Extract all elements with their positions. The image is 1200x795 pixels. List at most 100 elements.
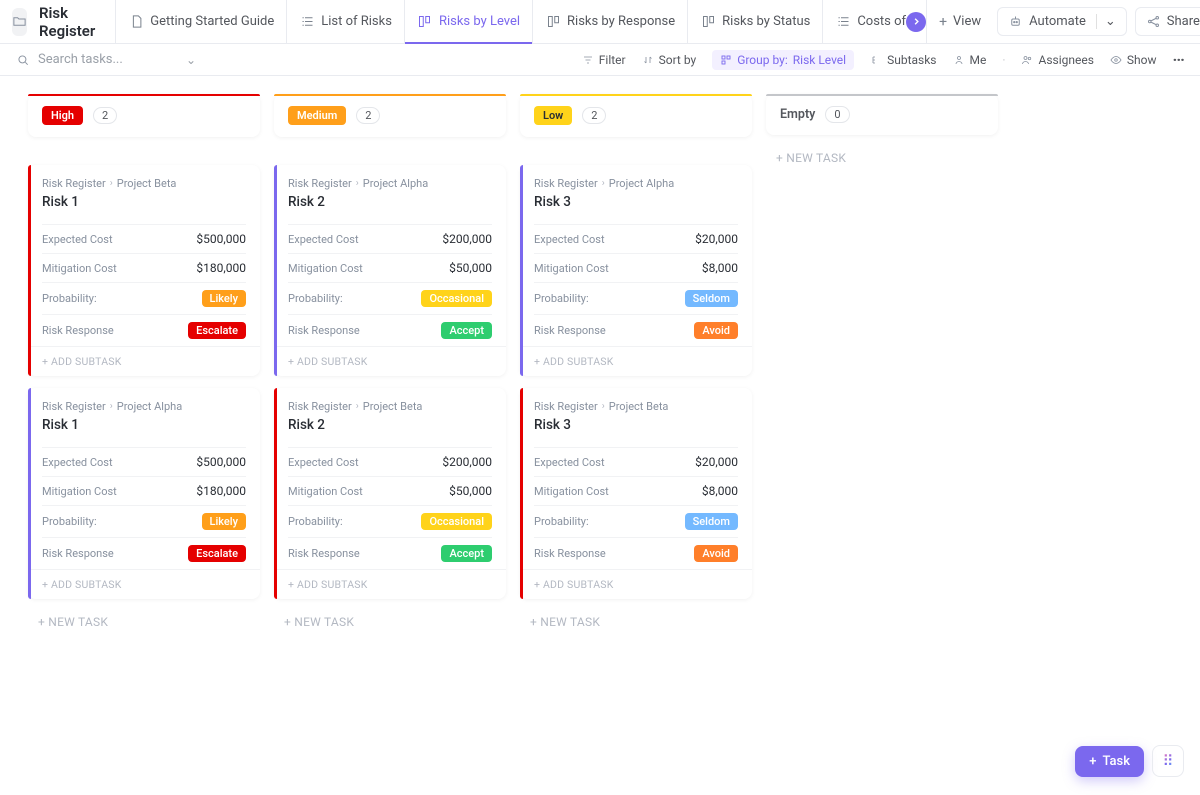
apps-icon: ⠿ (1163, 752, 1174, 770)
filter-button[interactable]: Filter (582, 53, 626, 67)
column-label: Medium (288, 106, 346, 125)
search-input[interactable] (38, 52, 178, 67)
tab-label: Costs of (857, 14, 906, 29)
column-medium: Medium2 Risk Register›Project AlphaRisk 2… (274, 94, 506, 629)
tab-getting-started[interactable]: Getting Started Guide (115, 0, 286, 43)
probability-badge: Likely (202, 290, 246, 307)
breadcrumb[interactable]: Risk Register›Project Alpha (42, 400, 246, 413)
chevron-right-icon: › (602, 401, 605, 412)
apps-button[interactable]: ⠿ (1152, 745, 1184, 777)
tab-risks-by-level[interactable]: Risks by Level (404, 0, 532, 43)
field-label-probability: Probability: (288, 515, 343, 528)
column-bar (766, 94, 998, 96)
probability-badge: Likely (202, 513, 246, 530)
subtasks-button[interactable]: Subtasks (870, 53, 936, 67)
column-count: 2 (582, 107, 606, 124)
column-header[interactable]: Low2 (520, 94, 752, 137)
tab-label: Risks by Level (439, 14, 520, 29)
add-subtask-button[interactable]: + ADD SUBTASK (520, 569, 752, 599)
task-card[interactable]: Risk Register›Project BetaRisk 1Expected… (28, 165, 260, 376)
share-button[interactable]: Share (1135, 7, 1200, 36)
task-card[interactable]: Risk Register›Project AlphaRisk 1Expecte… (28, 388, 260, 599)
person-icon (953, 54, 965, 66)
task-card[interactable]: Risk Register›Project BetaRisk 3Expected… (520, 388, 752, 599)
field-label-probability: Probability: (288, 292, 343, 305)
field-value-mitigation: $180,000 (196, 261, 246, 275)
breadcrumb[interactable]: Risk Register›Project Beta (42, 177, 246, 190)
tab-label: Risks by Status (722, 14, 810, 29)
share-icon (1146, 14, 1161, 29)
column-header[interactable]: High2 (28, 94, 260, 137)
add-subtask-button[interactable]: + ADD SUBTASK (520, 346, 752, 376)
add-subtask-button[interactable]: + ADD SUBTASK (28, 569, 260, 599)
field-value-mitigation: $8,000 (702, 484, 738, 498)
add-subtask-button[interactable]: + ADD SUBTASK (274, 569, 506, 599)
breadcrumb[interactable]: Risk Register›Project Beta (288, 400, 492, 413)
task-card[interactable]: Risk Register›Project AlphaRisk 2Expecte… (274, 165, 506, 376)
add-subtask-button[interactable]: + ADD SUBTASK (28, 346, 260, 376)
breadcrumb[interactable]: Risk Register›Project Alpha (288, 177, 492, 190)
board-icon (417, 14, 432, 29)
breadcrumb[interactable]: Risk Register›Project Beta (534, 400, 738, 413)
response-badge: Avoid (694, 545, 738, 562)
assignees-button[interactable]: Assignees (1021, 53, 1093, 67)
tab-risks-by-status[interactable]: Risks by Status (687, 0, 822, 43)
field-label-response: Risk Response (534, 324, 606, 337)
tab-list-of-risks[interactable]: List of Risks (286, 0, 404, 43)
card-stripe (28, 388, 31, 599)
response-badge: Escalate (188, 545, 246, 562)
automate-button[interactable]: Automate ⌄ (997, 7, 1127, 36)
group-by-button[interactable]: Group by: Risk Level (712, 50, 854, 70)
me-button[interactable]: Me (953, 53, 987, 67)
chevron-right-icon: › (602, 178, 605, 189)
chevron-right-icon: › (110, 401, 113, 412)
show-label: Show (1127, 53, 1157, 67)
response-badge: Accept (441, 322, 492, 339)
card-stripe (274, 165, 277, 376)
chevron-down-icon[interactable]: ⌄ (186, 53, 196, 67)
field-label-expected: Expected Cost (42, 233, 113, 246)
sort-label: Sort by (659, 53, 697, 67)
new-task-button[interactable]: + NEW TASK (28, 599, 260, 629)
card-stripe (274, 388, 277, 599)
probability-badge: Seldom (685, 290, 738, 307)
new-task-button[interactable]: + NEW TASK (274, 599, 506, 629)
folder-icon-button[interactable] (12, 8, 27, 36)
me-label: Me (970, 53, 987, 67)
new-task-fab[interactable]: + Task (1075, 746, 1144, 777)
field-value-mitigation: $50,000 (449, 261, 492, 275)
field-label-probability: Probability: (42, 292, 97, 305)
tab-costs-of[interactable]: Costs of (822, 0, 910, 43)
card-stripe (28, 165, 31, 376)
field-label-probability: Probability: (534, 292, 589, 305)
add-subtask-button[interactable]: + ADD SUBTASK (274, 346, 506, 376)
task-card[interactable]: Risk Register›Project BetaRisk 2Expected… (274, 388, 506, 599)
new-task-button[interactable]: + NEW TASK (520, 599, 752, 629)
column-header[interactable]: Empty0 (766, 94, 998, 135)
tabs-bar: Getting Started Guide List of Risks Risk… (115, 0, 993, 43)
response-badge: Accept (441, 545, 492, 562)
filter-icon (582, 54, 594, 66)
response-badge: Avoid (694, 322, 738, 339)
add-view-button[interactable]: + View (926, 0, 993, 43)
sort-button[interactable]: Sort by (642, 53, 697, 67)
new-task-button[interactable]: + NEW TASK (766, 135, 998, 165)
fab-label: Task (1102, 754, 1130, 769)
column-header[interactable]: Medium2 (274, 94, 506, 137)
filter-label: Filter (599, 53, 626, 67)
card-stripe (520, 165, 523, 376)
plus-icon: + (1089, 754, 1096, 769)
task-card[interactable]: Risk Register›Project AlphaRisk 3Expecte… (520, 165, 752, 376)
column-count: 2 (93, 107, 117, 124)
page-title: Risk Register (31, 4, 103, 40)
more-button[interactable]: ··· (1173, 50, 1184, 69)
column-empty: Empty0+ NEW TASK (766, 94, 998, 165)
field-label-expected: Expected Cost (534, 456, 605, 469)
probability-badge: Occasional (421, 513, 492, 530)
tab-risks-by-response[interactable]: Risks by Response (532, 0, 687, 43)
field-value-expected: $500,000 (196, 232, 246, 246)
field-value-mitigation: $8,000 (702, 261, 738, 275)
breadcrumb[interactable]: Risk Register›Project Alpha (534, 177, 738, 190)
show-button[interactable]: Show (1110, 53, 1157, 67)
column-bar (28, 94, 260, 96)
